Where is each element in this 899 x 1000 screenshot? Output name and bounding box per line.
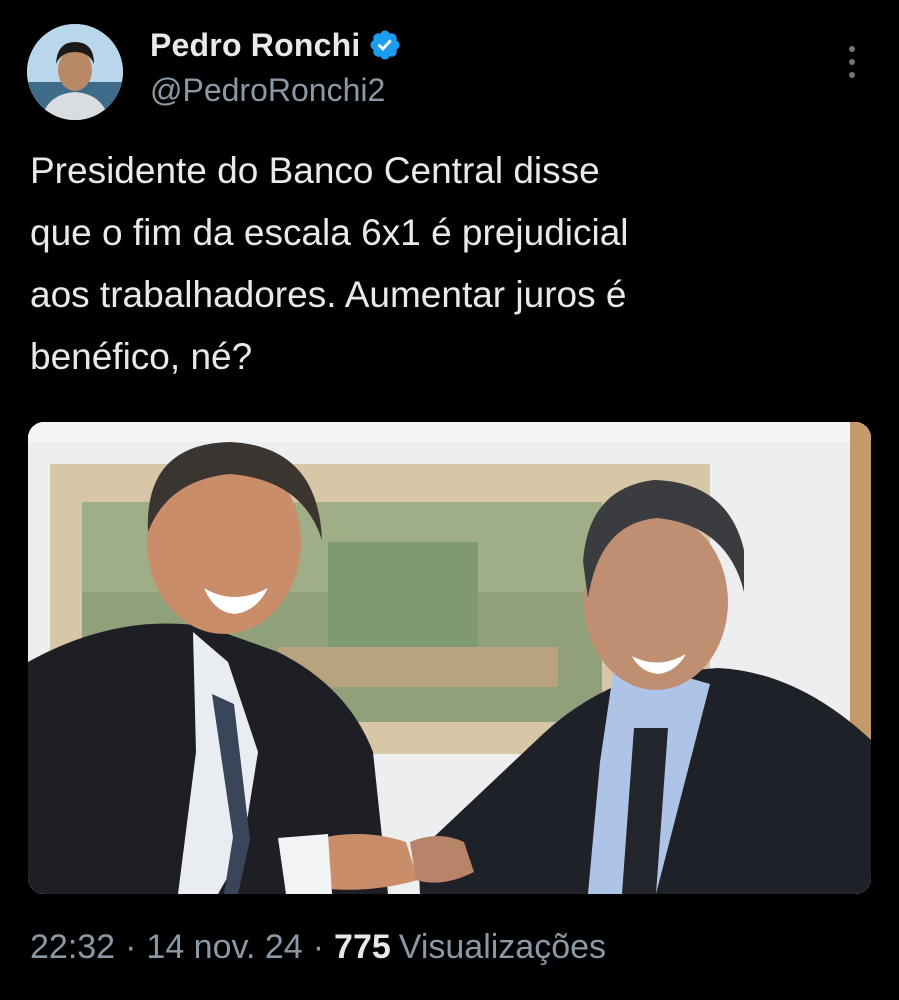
meta-separator: · — [312, 928, 325, 966]
more-dot — [849, 46, 855, 52]
meta-separator: · — [125, 928, 137, 966]
tweet-time[interactable]: 22:32 — [30, 928, 115, 967]
author-info: Pedro Ronchi @PedroRonchi2 — [150, 24, 402, 109]
more-dot — [849, 59, 855, 65]
more-dot — [849, 72, 855, 78]
tweet-media-photo[interactable] — [28, 422, 871, 894]
views-count[interactable]: 775 — [334, 928, 391, 967]
photo-two-men-handshake — [28, 422, 871, 894]
tweet-date[interactable]: 14 nov. 24 — [146, 928, 302, 967]
author-display-name[interactable]: Pedro Ronchi — [150, 27, 360, 64]
author-handle[interactable]: @PedroRonchi2 — [150, 72, 402, 109]
display-name-row: Pedro Ronchi — [150, 24, 402, 66]
tweet-meta: 22:32 · 14 nov. 24 · 775 Visualizações — [30, 928, 606, 967]
avatar-photo — [27, 24, 123, 120]
tweet-text: Presidente do Banco Central disse que o … — [30, 150, 629, 377]
verified-badge-icon — [368, 28, 402, 62]
views-label: Visualizações — [398, 928, 607, 966]
tweet-card: Pedro Ronchi @PedroRonchi2 Presidente do… — [0, 0, 899, 1000]
more-options-icon[interactable] — [838, 44, 866, 80]
author-avatar[interactable] — [27, 24, 123, 120]
